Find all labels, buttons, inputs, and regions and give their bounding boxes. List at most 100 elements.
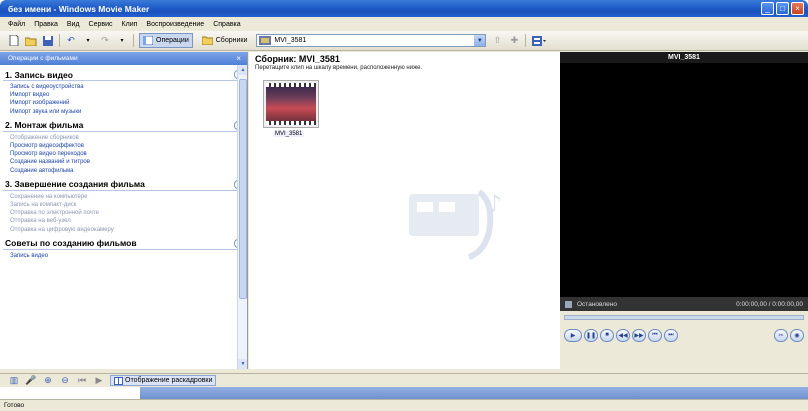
timeline-label-column	[0, 387, 140, 399]
tasks-scrollbar[interactable]: ▲ ▼	[237, 65, 247, 369]
section-title: 2. Монтаж фильма	[5, 120, 84, 131]
toolbar-separator	[133, 34, 134, 47]
maximize-button[interactable]: □	[776, 2, 789, 15]
toolbar-separator	[525, 34, 527, 47]
undo-icon[interactable]: ↶	[65, 35, 77, 47]
task-link[interactable]: Просмотр видеоэффектов	[10, 142, 247, 150]
rewind-timeline-icon[interactable]: ⏮	[76, 375, 88, 387]
section-edit-movie[interactable]: 2. Монтаж фильма ⌃	[3, 120, 244, 132]
timeline-toolbar: ▥ 🎤 ⊕ ⊖ ⏮ ▶ Отображение раскадровки	[0, 373, 808, 387]
monitor-time: 0:00:00,00 / 0:00:00,00	[736, 300, 803, 308]
task-link: Запись на компакт-диск	[10, 202, 77, 209]
window-controls: _ □ ×	[761, 2, 804, 15]
pause-icon[interactable]: ❚❚	[584, 328, 598, 342]
close-button[interactable]: ×	[791, 2, 804, 15]
toolbar: ↶ ▾ ↷ ▾ Операции Сборники MVI_3581 ▼ ⇧ ✚	[0, 31, 808, 51]
edit-links: Отображение сборников Просмотр видеоэффе…	[0, 134, 247, 175]
menu-play[interactable]: Воспроизведение	[146, 21, 204, 28]
monitor-pane: MVI_3581 Остановлено 0:00:00,00 / 0:00:0…	[560, 52, 808, 369]
zoom-out-icon[interactable]: ⊖	[59, 375, 71, 387]
minimize-button[interactable]: _	[761, 2, 774, 15]
previous-frame-icon[interactable]: ◀◀	[616, 328, 630, 342]
new-project-icon[interactable]	[8, 35, 20, 47]
section-title: 1. Запись видео	[5, 69, 73, 80]
monitor-title: MVI_3581	[560, 52, 808, 63]
previous-clip-icon[interactable]: ⏮	[648, 328, 662, 342]
tips-links: Запись видео	[0, 252, 247, 260]
svg-text:♪: ♪	[487, 190, 502, 218]
clip-thumbnail[interactable]	[263, 80, 319, 128]
task-link: Отправка на веб-узел	[10, 218, 71, 225]
storyboard-icon	[114, 376, 123, 385]
section-capture-video[interactable]: 1. Запись видео ⌃	[3, 69, 244, 81]
task-link[interactable]: Запись видео	[10, 252, 247, 260]
show-storyboard-button[interactable]: Отображение раскадровки	[110, 375, 217, 386]
section-finish-movie[interactable]: 3. Завершение создания фильма ⌃	[3, 179, 244, 191]
zoom-in-icon[interactable]: ⊕	[42, 375, 54, 387]
task-link: Отправка по электронной почте	[10, 210, 100, 217]
operations-icon	[143, 36, 153, 45]
open-folder-icon[interactable]	[25, 35, 37, 47]
task-link[interactable]: Импорт видео	[10, 91, 247, 99]
menu-clip[interactable]: Клип	[122, 21, 138, 28]
chevron-down-icon[interactable]: ▼	[474, 35, 486, 46]
save-icon[interactable]	[42, 35, 54, 47]
scroll-thumb[interactable]	[239, 79, 247, 299]
menu-file[interactable]: Файл	[8, 21, 25, 28]
monitor-status-line: Остановлено 0:00:00,00 / 0:00:00,00	[560, 297, 808, 311]
take-picture-icon[interactable]: ◉	[790, 328, 804, 342]
task-link[interactable]: Запись с видеоустройства	[10, 83, 247, 91]
set-audio-levels-icon[interactable]: ▥	[8, 375, 20, 387]
collection-pane: Сборник: MVI_3581 Перетащите клип на шка…	[249, 52, 560, 369]
menu-tools[interactable]: Сервис	[89, 21, 113, 28]
toolbar-separator	[59, 34, 60, 47]
views-icon[interactable]	[531, 35, 547, 47]
finish-links: Сохранение на компьютере Запись на компа…	[0, 193, 247, 234]
seek-bar[interactable]	[564, 315, 804, 320]
video-track[interactable]	[140, 387, 808, 399]
task-link[interactable]: Просмотр видео переходов	[10, 150, 247, 158]
timeline-tracks[interactable]	[140, 387, 808, 399]
next-clip-icon[interactable]: ⏭	[664, 328, 678, 342]
stop-icon[interactable]: ■	[600, 328, 614, 342]
scroll-up-icon[interactable]: ▲	[238, 65, 247, 75]
menu-edit[interactable]: Правка	[34, 21, 58, 28]
task-link[interactable]: Создание автофильма	[10, 167, 247, 175]
section-title: Советы по созданию фильмов	[5, 238, 137, 249]
operations-button[interactable]: Операции	[139, 33, 193, 48]
play-icon[interactable]: ▶	[564, 328, 582, 342]
chevron-down-icon[interactable]: ▾	[82, 35, 94, 47]
collection-hint: Перетащите клип на шкалу времени, распол…	[255, 65, 423, 71]
collection-select[interactable]: MVI_3581 ▼	[256, 34, 487, 47]
next-frame-icon[interactable]: ▶▶	[632, 328, 646, 342]
movie-maker-window: без имени - Windows Movie Maker _ □ × Фа…	[0, 0, 808, 411]
menu-help[interactable]: Справка	[213, 21, 240, 28]
movie-tasks-pane: Операции с фильмами × 1. Запись видео ⌃ …	[0, 52, 248, 369]
collections-button[interactable]: Сборники	[198, 33, 252, 48]
monitor-status: Остановлено	[577, 300, 617, 308]
task-link[interactable]: Создание названий и титров	[10, 158, 247, 166]
split-clip-icon[interactable]: ✂	[774, 328, 788, 342]
task-link[interactable]: Импорт звука или музыки	[10, 108, 247, 116]
section-movie-tips[interactable]: Советы по созданию фильмов ⌃	[3, 238, 244, 250]
task-link: Сохранение на компьютере	[10, 193, 88, 200]
close-icon[interactable]: ×	[236, 54, 241, 63]
task-link[interactable]: Импорт изображений	[10, 99, 247, 107]
playback-controls: ▶ ❚❚ ■ ◀◀ ▶▶ ⏮ ⏭ ✂ ◉	[564, 327, 804, 343]
redo-icon[interactable]: ↷	[99, 35, 111, 47]
collection-up-icon[interactable]: ⇧	[491, 35, 503, 47]
preview-screen	[560, 63, 808, 297]
operations-label: Операции	[156, 37, 189, 44]
collections-label: Сборники	[215, 37, 248, 44]
narrate-icon[interactable]: 🎤	[25, 375, 37, 387]
chevron-down-icon[interactable]: ▾	[116, 35, 128, 47]
play-timeline-icon[interactable]: ▶	[93, 375, 105, 387]
collection-select-value: MVI_3581	[274, 37, 307, 44]
scroll-down-icon[interactable]: ▼	[238, 359, 247, 369]
film-icon	[259, 36, 272, 45]
storyboard-label: Отображение раскадровки	[125, 377, 213, 384]
capture-links: Запись с видеоустройства Импорт видео Им…	[0, 83, 247, 116]
menu-view[interactable]: Вид	[67, 21, 80, 28]
task-link: Отображение сборников	[10, 134, 79, 141]
new-collection-icon[interactable]: ✚	[508, 35, 520, 47]
